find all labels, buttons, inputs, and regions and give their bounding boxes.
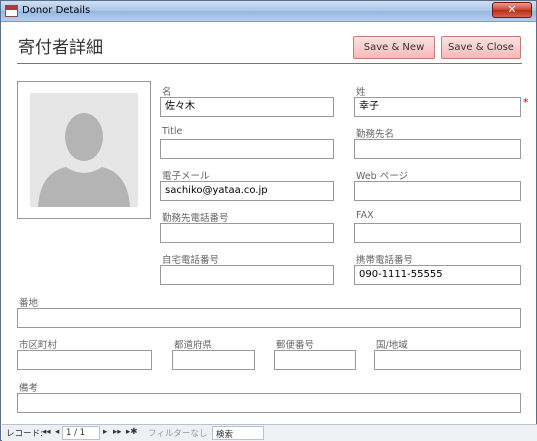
prefecture-label: 都道府県 [174,340,213,351]
search-input: 検索 [216,430,234,440]
first-name-field[interactable]: 佐々木 [160,97,334,117]
email-field[interactable]: sachiko@yataa.co.jp [160,181,334,201]
company-label: 勤務先名 [356,129,395,140]
current-record-box[interactable]: 1 / 1 [62,426,100,440]
close-button[interactable]: ✕ [492,2,532,18]
donor-photo[interactable] [17,81,151,219]
home-phone-field[interactable] [160,265,334,285]
mobile-phone-field[interactable]: 090-1111-55555 [354,265,521,285]
current-record-field: 1 / 1 [66,428,86,438]
prefecture-field[interactable] [172,350,255,370]
first-name-label: 名 [162,87,172,98]
person-silhouette-icon [30,93,138,207]
zip-field[interactable] [274,350,356,370]
address-field[interactable] [17,308,521,328]
save-and-new-button[interactable]: Save & New [353,36,435,59]
city-field[interactable] [17,350,152,370]
company-field[interactable] [354,139,521,159]
page-title: 寄付者詳細 [18,38,103,58]
fax-field[interactable] [354,223,521,243]
business-phone-field[interactable] [160,223,334,243]
next-record-button[interactable]: ▸ [103,427,107,437]
web-page-label: Web ページ [356,171,409,182]
last-name-field[interactable]: 幸子 [354,97,521,117]
mobile-phone-label: 携帯電話番号 [356,255,414,266]
search-box[interactable]: 検索 [212,426,264,440]
save-and-close-button[interactable]: Save & Close [441,36,521,59]
donor-details-window: Donor Details ✕ 寄付者詳細 Save & New Save & … [0,0,537,441]
new-record-button[interactable]: ▸✱ [126,427,137,437]
home-phone-label: 自宅電話番号 [162,255,220,266]
previous-record-button[interactable]: ◂ [55,427,59,437]
form-icon [5,5,18,17]
record-navigation-bar: レコード: ◂◂ ◂ 1 / 1 ▸ ▸▸ ▸✱ フィルターなし 検索 [2,424,537,441]
fax-label: FAX [356,210,374,221]
web-page-field[interactable] [354,181,521,201]
header-divider [17,63,522,64]
record-label: レコード: [6,429,43,439]
zip-label: 郵便番号 [276,340,315,351]
country-label: 国/地域 [376,340,408,351]
city-label: 市区町村 [19,340,58,351]
window-title: Donor Details [22,5,91,16]
filter-status[interactable]: フィルターなし [148,427,207,439]
last-record-button[interactable]: ▸▸ [113,427,122,437]
country-field[interactable] [374,350,521,370]
last-name-label: 姓 [356,87,366,98]
first-record-button[interactable]: ◂◂ [42,427,51,437]
title-label: Title [162,126,183,137]
required-marker: * [523,96,529,109]
title-bar[interactable]: Donor Details ✕ [1,1,536,22]
title-field[interactable] [160,139,334,159]
notes-field[interactable] [17,393,521,413]
address-label: 番地 [19,298,39,309]
email-label: 電子メール [162,171,210,182]
business-phone-label: 勤務先電話番号 [162,213,229,224]
notes-label: 備考 [19,383,39,394]
